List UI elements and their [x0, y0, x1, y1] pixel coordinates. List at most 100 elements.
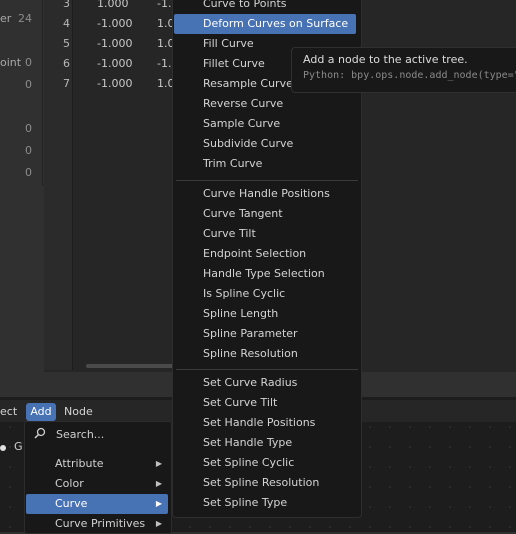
- menu-item-label: Reverse Curve: [203, 97, 284, 110]
- sidebar-row-value: 0: [25, 166, 32, 179]
- table-row[interactable]: 5 -1.000 1.0: [44, 34, 184, 54]
- menu-item-label: Set Handle Type: [203, 436, 293, 449]
- menu-item-label: Resample Curve: [203, 77, 293, 90]
- menu-item-is-spline-cyclic[interactable]: Is Spline Cyclic: [174, 284, 356, 304]
- menu-item-set-spline-type[interactable]: Set Spline Type: [174, 493, 356, 513]
- menu-item-attribute[interactable]: Attribute ▶: [26, 454, 168, 474]
- cell-value: 1.000: [97, 0, 129, 10]
- menu-item-label: Attribute: [55, 457, 104, 470]
- menu-item-set-spline-cyclic[interactable]: Set Spline Cyclic: [174, 453, 356, 473]
- menu-item-label: Set Curve Radius: [203, 376, 298, 389]
- menu-item-label: Deform Curves on Surface: [203, 17, 349, 30]
- spreadsheet-scrollbar[interactable]: [86, 364, 174, 368]
- menu-item-curve[interactable]: Curve ▶: [26, 494, 168, 514]
- table-row[interactable]: 4 -1.000 1.0: [44, 14, 184, 34]
- menu-item-handle-type-selection[interactable]: Handle Type Selection: [174, 264, 356, 284]
- menu-separator: [176, 180, 358, 181]
- menu-item-sample-curve[interactable]: Sample Curve: [174, 114, 356, 134]
- row-index: 7: [63, 77, 70, 90]
- sidebar-row: 0: [0, 141, 40, 161]
- menu-item-reverse-curve[interactable]: Reverse Curve: [174, 94, 356, 114]
- sidebar-row-value: 0: [25, 122, 32, 135]
- add-menu-button[interactable]: Add: [26, 403, 56, 421]
- menu-item-spline-parameter[interactable]: Spline Parameter: [174, 324, 356, 344]
- table-row[interactable]: 7 -1.000 1.0: [44, 74, 184, 94]
- sidebar-row: 0: [0, 119, 40, 139]
- sidebar-row-value: 0: [25, 78, 32, 91]
- sidebar-row: 0: [0, 75, 40, 95]
- submenu-arrow-icon: ▶: [155, 479, 162, 488]
- menu-item-label: Set Curve Tilt: [203, 396, 278, 409]
- tooltip-description: Add a node to the active tree.: [303, 53, 468, 66]
- menu-item-set-handle-type[interactable]: Set Handle Type: [174, 433, 356, 453]
- menu-item-label: Spline Resolution: [203, 347, 298, 360]
- menu-item-curve-tilt[interactable]: Curve Tilt: [174, 224, 356, 244]
- cell-value: -1.000: [97, 17, 133, 30]
- menu-item-curve-to-points[interactable]: Curve to Points: [174, 0, 356, 14]
- menu-item-label: Curve Tangent: [203, 207, 283, 220]
- menu-item-label: Spline Parameter: [203, 327, 298, 340]
- submenu-arrow-icon: ▶: [155, 499, 162, 508]
- node-label: G: [14, 440, 23, 453]
- menu-item-subdivide-curve[interactable]: Subdivide Curve: [174, 134, 356, 154]
- sidebar-row-value: 24: [18, 12, 32, 25]
- row-index: 3: [63, 0, 70, 10]
- menu-item-deform-curves-on-surface[interactable]: Deform Curves on Surface: [174, 14, 356, 34]
- search-placeholder: Search...: [56, 428, 105, 441]
- menu-item-label: Curve: [55, 497, 88, 510]
- table-row[interactable]: 6 -1.000 -1.0: [44, 54, 184, 74]
- submenu-arrow-icon: ▶: [155, 519, 162, 528]
- menu-item-label: Curve to Points: [203, 0, 287, 10]
- menu-item-label: Set Spline Type: [203, 496, 288, 509]
- menu-item-label: Set Handle Positions: [203, 416, 316, 429]
- sidebar-row: 0: [0, 163, 40, 183]
- row-index: 6: [63, 57, 70, 70]
- row-index: 5: [63, 37, 70, 50]
- menu-item-label: Is Spline Cyclic: [203, 287, 286, 300]
- menu-item-label: Curve Tilt: [203, 227, 256, 240]
- menu-separator: [176, 369, 358, 370]
- table-row[interactable]: 3 1.000 -1.0: [44, 0, 184, 14]
- menu-item-label: Set Spline Cyclic: [203, 456, 295, 469]
- sidebar-row-label: er: [0, 12, 12, 25]
- menu-item-label: Trim Curve: [203, 157, 263, 170]
- menu-item-set-handle-positions[interactable]: Set Handle Positions: [174, 413, 356, 433]
- search-field[interactable]: Search...: [30, 426, 164, 444]
- menu-item-spline-length[interactable]: Spline Length: [174, 304, 356, 324]
- menu-item-trim-curve[interactable]: Trim Curve: [174, 154, 356, 174]
- menu-item-label: Sample Curve: [203, 117, 281, 130]
- menu-item-endpoint-selection[interactable]: Endpoint Selection: [174, 244, 356, 264]
- sidebar-row-value: 0: [25, 144, 32, 157]
- menu-item-label: Fillet Curve: [203, 57, 265, 70]
- sidebar-row-label: oint: [0, 56, 22, 69]
- sidebar-row: oint 0: [0, 53, 40, 73]
- menu-item-curve-primitives[interactable]: Curve Primitives ▶: [26, 514, 168, 534]
- cell-value: -1.000: [97, 77, 133, 90]
- search-icon: [34, 427, 46, 445]
- menu-item-label: Fill Curve: [203, 37, 254, 50]
- menu-item-color[interactable]: Color ▶: [26, 474, 168, 494]
- menu-item-label: Spline Length: [203, 307, 279, 320]
- menu-item-curve-tangent[interactable]: Curve Tangent: [174, 204, 356, 224]
- menu-item-spline-resolution[interactable]: Spline Resolution: [174, 344, 356, 364]
- tooltip-python: Python: bpy.ops.node.add_node(type=": [303, 70, 516, 81]
- submenu-arrow-icon: ▶: [155, 459, 162, 468]
- node-socket-dot: [0, 445, 6, 451]
- select-menu[interactable]: ect: [0, 403, 17, 421]
- menu-item-set-curve-radius[interactable]: Set Curve Radius: [174, 373, 356, 393]
- menu-item-label: Handle Type Selection: [203, 267, 325, 280]
- menu-item-set-curve-tilt[interactable]: Set Curve Tilt: [174, 393, 356, 413]
- row-index: 4: [63, 17, 70, 30]
- node-menu[interactable]: Node: [64, 403, 93, 421]
- menu-item-set-spline-resolution[interactable]: Set Spline Resolution: [174, 473, 356, 493]
- menu-item-label: Endpoint Selection: [203, 247, 307, 260]
- menu-item-label: Curve Primitives: [55, 517, 146, 530]
- menu-item-label: Set Spline Resolution: [203, 476, 320, 489]
- cell-value: -1.000: [97, 37, 133, 50]
- menu-item-label: Curve Handle Positions: [203, 187, 330, 200]
- cell-value: -1.000: [97, 57, 133, 70]
- menu-item-label: Color: [55, 477, 84, 490]
- sidebar-row-value: 0: [25, 56, 32, 69]
- menu-item-curve-handle-positions[interactable]: Curve Handle Positions: [174, 184, 356, 204]
- menu-item-label: Subdivide Curve: [203, 137, 294, 150]
